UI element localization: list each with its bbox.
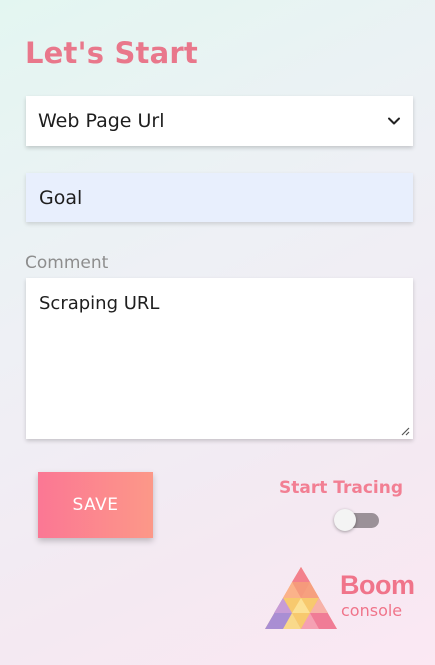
triangle-logo-icon	[265, 567, 337, 629]
source-type-select[interactable]: Web Page Url	[26, 96, 413, 146]
boom-console-logo: Boom console	[265, 566, 415, 632]
page-title: Let's Start	[25, 36, 198, 70]
comment-value: Scraping URL	[39, 293, 160, 314]
source-type-value: Web Page Url	[38, 110, 165, 132]
logo-brand: Boom	[340, 570, 415, 600]
resize-grip-icon[interactable]	[400, 426, 410, 436]
start-tracing-label: Start Tracing	[279, 478, 404, 498]
chevron-down-icon	[388, 117, 400, 125]
save-button[interactable]: SAVE	[38, 472, 153, 538]
comment-textarea[interactable]: Scraping URL	[26, 278, 413, 439]
start-tracing-toggle[interactable]	[334, 509, 380, 531]
toggle-knob	[334, 509, 356, 531]
logo-sub: console	[341, 601, 403, 620]
goal-value: Goal	[39, 186, 83, 209]
goal-field[interactable]: Goal	[26, 173, 413, 222]
comment-label: Comment	[25, 253, 109, 273]
